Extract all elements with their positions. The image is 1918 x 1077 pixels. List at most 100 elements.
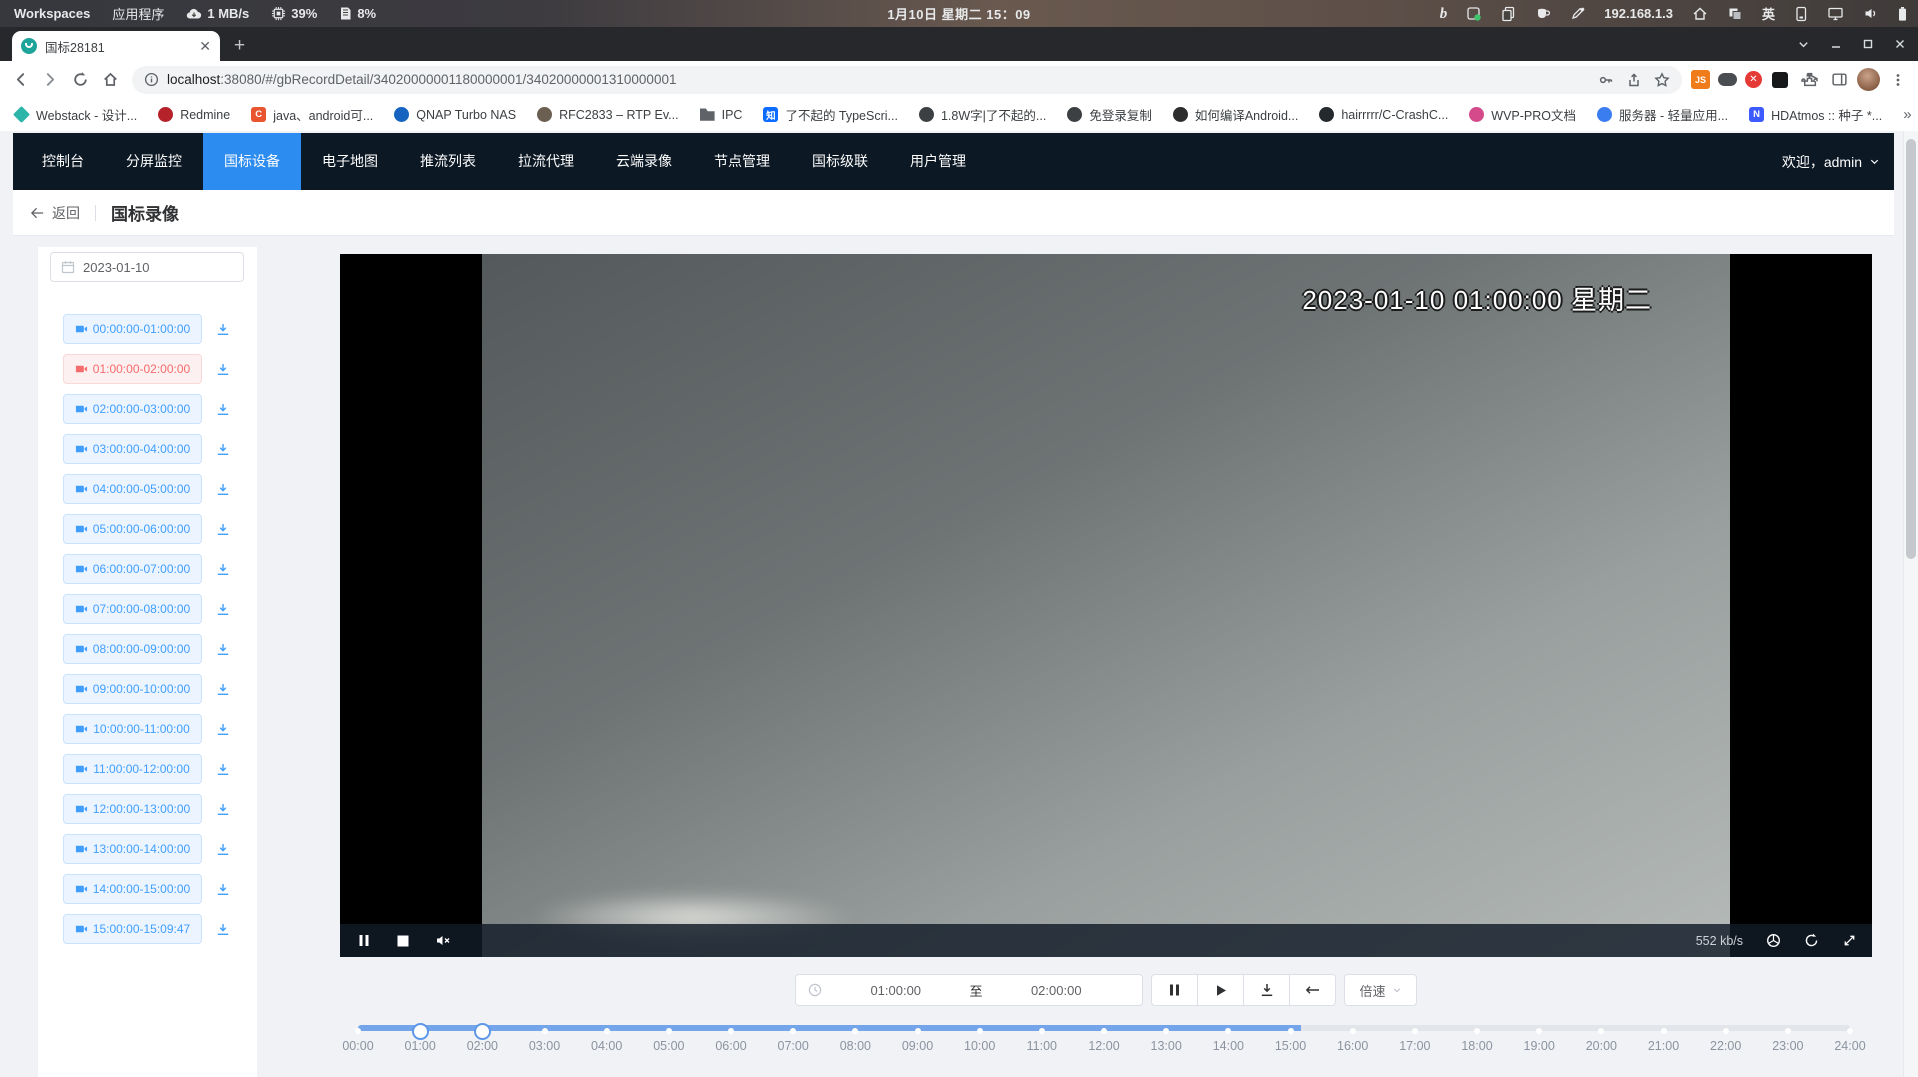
- download-button[interactable]: [1243, 974, 1290, 1006]
- bookmark-item[interactable]: 知了不起的 TypeScri...: [763, 105, 898, 124]
- download-icon[interactable]: [216, 523, 230, 536]
- ip-address-indicator[interactable]: 192.168.1.3: [1604, 6, 1673, 21]
- share-icon[interactable]: [1626, 72, 1642, 88]
- scrollbar-thumb[interactable]: [1906, 139, 1916, 559]
- nav-item[interactable]: 分屏监控: [105, 133, 203, 190]
- bookmark-item[interactable]: QNAP Turbo NAS: [394, 107, 516, 122]
- password-key-icon[interactable]: [1598, 72, 1614, 88]
- new-tab-button[interactable]: +: [234, 36, 245, 55]
- player-mute-icon[interactable]: [436, 934, 452, 947]
- recording-segment-button[interactable]: 15:00:00-15:09:47: [63, 914, 202, 944]
- nav-item[interactable]: 推流列表: [399, 133, 497, 190]
- input-method-indicator[interactable]: 英: [1762, 4, 1775, 23]
- bookmark-star-icon[interactable]: [1654, 72, 1670, 88]
- pause-button[interactable]: [1151, 974, 1198, 1006]
- recording-segment-button[interactable]: 06:00:00-07:00:00: [63, 554, 202, 584]
- clipboard-icon[interactable]: [1501, 6, 1516, 22]
- window-close-button[interactable]: [1894, 38, 1906, 50]
- download-icon[interactable]: [216, 323, 230, 336]
- download-icon[interactable]: [216, 923, 230, 936]
- speed-dropdown[interactable]: 倍速: [1344, 974, 1417, 1006]
- forward-button[interactable]: [38, 67, 63, 92]
- download-icon[interactable]: [216, 403, 230, 416]
- tab-close-icon[interactable]: ✕: [199, 39, 211, 53]
- nav-item[interactable]: 电子地图: [301, 133, 399, 190]
- recording-segment-button[interactable]: 01:00:00-02:00:00: [63, 354, 202, 384]
- workspace-switcher-icon[interactable]: [1727, 6, 1743, 21]
- seek-back-button[interactable]: [1289, 974, 1336, 1006]
- bookmark-item[interactable]: RFC2833 – RTP Ev...: [537, 107, 679, 122]
- app-tray-icon-b[interactable]: b: [1440, 7, 1448, 21]
- timeline-handle[interactable]: [412, 1023, 429, 1040]
- workspaces-button[interactable]: Workspaces: [14, 6, 90, 21]
- download-icon[interactable]: [216, 643, 230, 656]
- browser-tab[interactable]: 国标28181 ✕: [12, 31, 220, 61]
- bookmarks-overflow-chevron[interactable]: »: [1903, 106, 1911, 123]
- recording-segment-button[interactable]: 00:00:00-01:00:00: [63, 314, 202, 344]
- nav-item[interactable]: 控制台: [21, 133, 105, 190]
- home-icon[interactable]: [1692, 6, 1708, 21]
- clock-indicator[interactable]: 1月10日 星期二 15：09: [887, 4, 1030, 23]
- bookmark-item[interactable]: 如何编译Android...: [1173, 105, 1299, 124]
- timeline-handle[interactable]: [474, 1023, 491, 1040]
- recording-segment-button[interactable]: 05:00:00-06:00:00: [63, 514, 202, 544]
- recording-segment-button[interactable]: 12:00:00-13:00:00: [63, 794, 202, 824]
- time-range-input[interactable]: 01:00:00 至 02:00:00: [795, 974, 1143, 1006]
- download-icon[interactable]: [216, 483, 230, 496]
- url-text[interactable]: localhost:38080/#/gbRecordDetail/3402000…: [167, 72, 1590, 87]
- end-time-value[interactable]: 02:00:00: [983, 983, 1131, 998]
- nav-item[interactable]: 国标设备: [203, 133, 301, 190]
- bookmark-item[interactable]: Cjava、android可...: [251, 105, 373, 124]
- snapshot-shutter-icon[interactable]: [1766, 933, 1781, 948]
- nav-item[interactable]: 国标级联: [791, 133, 889, 190]
- recording-segment-button[interactable]: 11:00:00-12:00:00: [63, 754, 202, 784]
- player-pause-icon[interactable]: [358, 934, 370, 947]
- nav-item[interactable]: 节点管理: [693, 133, 791, 190]
- bookmark-item[interactable]: IPC: [700, 107, 743, 122]
- battery-icon[interactable]: [1897, 6, 1908, 22]
- fullscreen-icon[interactable]: [1842, 933, 1857, 948]
- recording-segment-button[interactable]: 10:00:00-11:00:00: [63, 714, 202, 744]
- user-menu[interactable]: 欢迎，admin: [1782, 152, 1894, 172]
- window-minimize-button[interactable]: [1830, 38, 1842, 50]
- player-stop-icon[interactable]: [397, 935, 409, 947]
- volume-icon[interactable]: [1863, 6, 1878, 21]
- reload-button[interactable]: [68, 67, 93, 92]
- video-player[interactable]: 2023-01-10 01:00:00 星期二 552 kb/s: [340, 254, 1872, 957]
- download-icon[interactable]: [216, 763, 230, 776]
- browser-menu-kebab-icon[interactable]: [1885, 67, 1910, 92]
- recording-segment-button[interactable]: 04:00:00-05:00:00: [63, 474, 202, 504]
- download-icon[interactable]: [216, 603, 230, 616]
- extension-pill-icon[interactable]: [1715, 67, 1740, 92]
- display-icon[interactable]: [1827, 6, 1844, 21]
- download-icon[interactable]: [216, 883, 230, 896]
- recording-segment-button[interactable]: 13:00:00-14:00:00: [63, 834, 202, 864]
- back-link[interactable]: 返回: [30, 203, 80, 223]
- nav-item[interactable]: 拉流代理: [497, 133, 595, 190]
- home-button[interactable]: [98, 67, 123, 92]
- download-icon[interactable]: [216, 803, 230, 816]
- window-menu-chevron-icon[interactable]: [1797, 38, 1810, 51]
- recording-segment-button[interactable]: 03:00:00-04:00:00: [63, 434, 202, 464]
- window-maximize-button[interactable]: [1862, 38, 1874, 50]
- date-picker-input[interactable]: 2023-01-10: [50, 252, 244, 282]
- bookmark-item[interactable]: hairrrrr/C-CrashC...: [1319, 107, 1448, 122]
- recording-segment-button[interactable]: 09:00:00-10:00:00: [63, 674, 202, 704]
- download-icon[interactable]: [216, 723, 230, 736]
- recording-segment-button[interactable]: 02:00:00-03:00:00: [63, 394, 202, 424]
- nav-item[interactable]: 云端录像: [595, 133, 693, 190]
- browser-profile-avatar[interactable]: [1857, 68, 1880, 91]
- extension-js-icon[interactable]: JS: [1691, 70, 1710, 89]
- recording-segment-button[interactable]: 14:00:00-15:00:00: [63, 874, 202, 904]
- extension-dark-icon[interactable]: [1767, 67, 1792, 92]
- back-button[interactable]: [8, 67, 33, 92]
- bookmark-item[interactable]: 服务器 - 轻量应用...: [1597, 105, 1728, 124]
- address-bar[interactable]: localhost:38080/#/gbRecordDetail/3402000…: [132, 66, 1682, 94]
- timeline-track[interactable]: [358, 1025, 1850, 1031]
- bookmark-item[interactable]: 免登录复制: [1067, 105, 1152, 124]
- start-time-value[interactable]: 01:00:00: [822, 983, 970, 998]
- cpu-usage-indicator[interactable]: 39%: [271, 6, 317, 21]
- coffee-cup-icon[interactable]: [1535, 6, 1551, 21]
- color-picker-icon[interactable]: [1570, 6, 1585, 21]
- download-icon[interactable]: [216, 443, 230, 456]
